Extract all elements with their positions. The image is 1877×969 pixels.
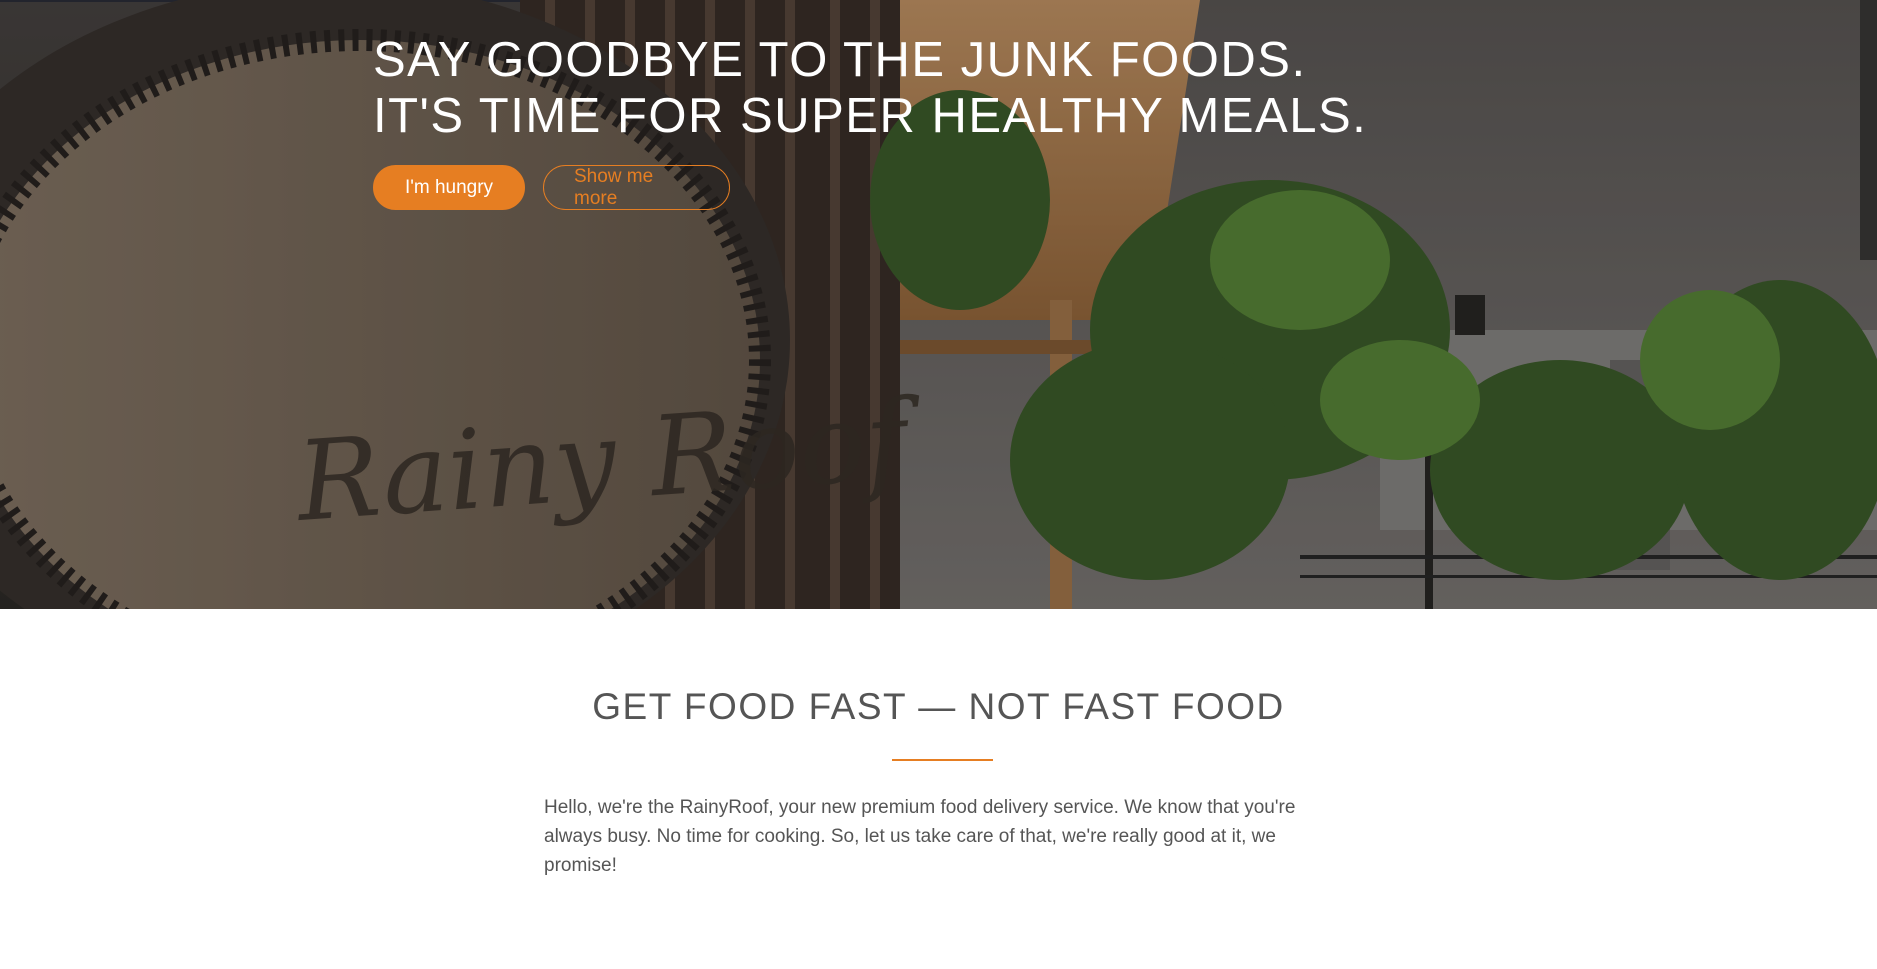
show-me-more-button[interactable]: Show me more: [543, 165, 730, 210]
intro-paragraph: Hello, we're the RainyRoof, your new pre…: [544, 797, 1296, 876]
section-title: GET FOOD FAST — NOT FAST FOOD: [592, 686, 1285, 727]
im-hungry-button[interactable]: I'm hungry: [373, 165, 525, 210]
hero-text-box: SAY GOODBYE TO THE JUNK FOODS. IT'S TIME…: [373, 32, 1473, 210]
hero-heading-line-2: IT'S TIME FOR SUPER HEALTHY MEALS.: [373, 89, 1368, 143]
hero-heading-line-1: SAY GOODBYE TO THE JUNK FOODS.: [373, 33, 1307, 87]
hero-heading: SAY GOODBYE TO THE JUNK FOODS. IT'S TIME…: [373, 32, 1473, 144]
hero-section: Rainy Roof SAY GOODBYE TO THE JUNK FOODS…: [0, 0, 1877, 609]
title-divider: [892, 759, 993, 761]
hero-buttons: I'm hungry Show me more: [373, 165, 1473, 210]
